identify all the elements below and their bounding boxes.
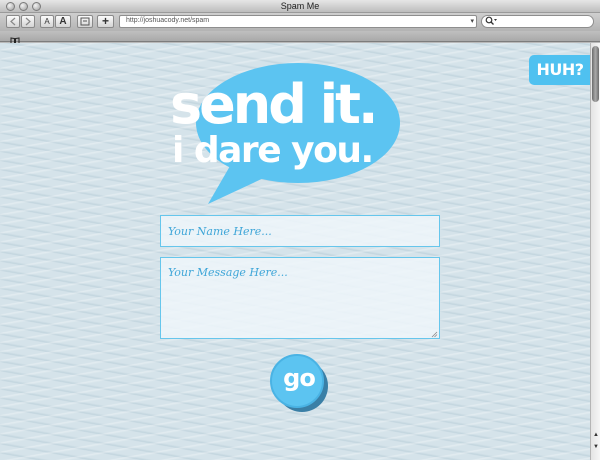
url-dropdown-icon[interactable]: ▾ — [470, 17, 474, 25]
forward-arrow-icon — [25, 17, 31, 26]
window-titlebar: Spam Me — [0, 0, 600, 13]
headline-line-2: i dare you. — [172, 130, 374, 171]
scroll-up-arrow-icon[interactable]: ▲ — [592, 431, 600, 439]
snapback-button[interactable] — [77, 15, 93, 28]
go-label: go — [283, 364, 316, 392]
go-button[interactable]: go — [270, 354, 330, 414]
page-content: HUH? send it. i dare you. go — [0, 43, 590, 460]
huh-button[interactable]: HUH? — [529, 55, 590, 85]
headline-line-1: send it. — [170, 73, 379, 136]
snapback-icon — [80, 17, 90, 26]
browser-toolbar: A A + http://joshuacody.net/spam ▾ — [0, 13, 600, 31]
message-input[interactable] — [160, 257, 440, 339]
add-bookmark-button[interactable]: + — [97, 15, 114, 28]
bookmarks-bar — [0, 31, 600, 45]
text-smaller-button[interactable]: A — [40, 15, 54, 28]
vertical-scrollbar[interactable]: ▲ ▼ — [590, 43, 600, 460]
forward-button[interactable] — [21, 15, 35, 28]
back-button[interactable] — [6, 15, 20, 28]
window-title: Spam Me — [280, 1, 320, 11]
search-field[interactable] — [481, 15, 594, 28]
text-bigger-button[interactable]: A — [55, 15, 71, 28]
address-bar[interactable]: http://joshuacody.net/spam ▾ — [119, 15, 477, 28]
back-arrow-icon — [10, 17, 16, 26]
scroll-down-arrow-icon[interactable]: ▼ — [592, 443, 600, 451]
magnifier-icon[interactable] — [485, 16, 497, 28]
scroll-thumb[interactable] — [592, 46, 599, 102]
hero-headline: send it. i dare you. — [160, 58, 440, 208]
name-input[interactable] — [160, 215, 440, 247]
url-text: http://joshuacody.net/spam — [126, 17, 210, 24]
go-button-face: go — [270, 354, 324, 408]
resize-grip-icon[interactable] — [431, 331, 438, 338]
